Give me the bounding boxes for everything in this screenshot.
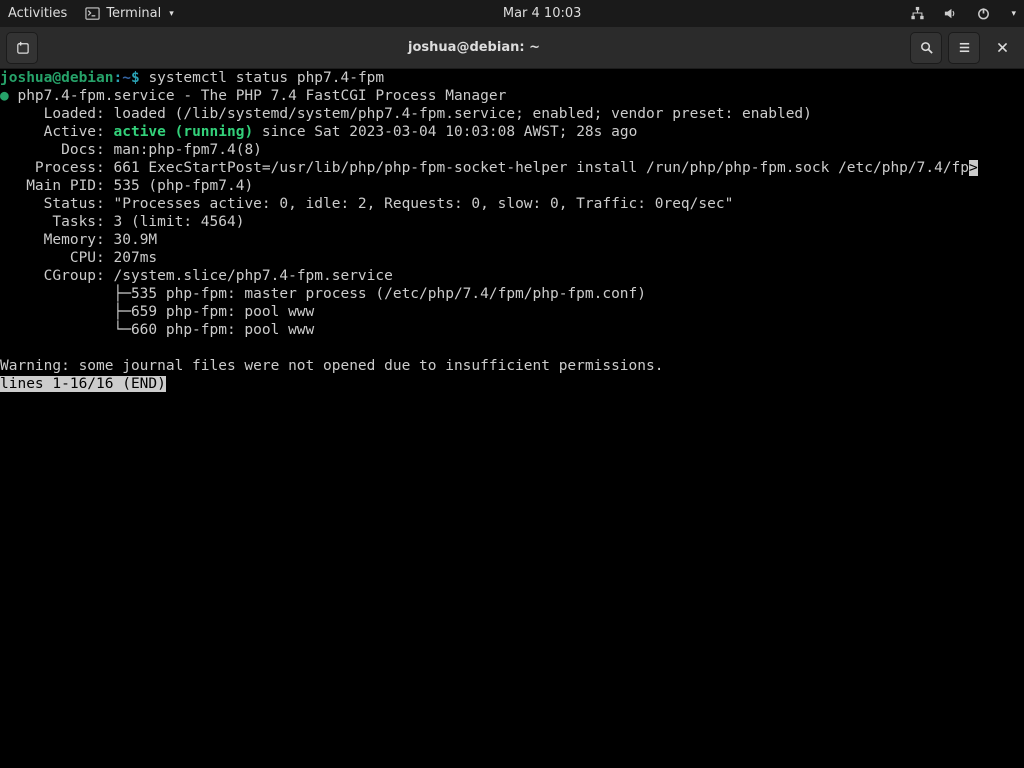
hamburger-menu-button[interactable] bbox=[948, 32, 980, 64]
loaded-label: Loaded: bbox=[0, 106, 114, 122]
cgroup-tree-2: ├─659 php-fpm: pool www bbox=[0, 304, 314, 320]
prompt-dollar: $ bbox=[131, 70, 148, 86]
status-bullet: ● bbox=[0, 88, 9, 104]
prompt-user: joshua@debian bbox=[0, 70, 114, 86]
docs-label: Docs: bbox=[0, 142, 114, 158]
app-menu[interactable]: Terminal ▾ bbox=[85, 6, 173, 21]
power-icon[interactable] bbox=[976, 6, 991, 21]
service-line: php7.4-fpm.service - The PHP 7.4 FastCGI… bbox=[9, 88, 507, 104]
tasks-label: Tasks: bbox=[0, 214, 114, 230]
terminal-icon bbox=[85, 6, 100, 21]
loaded-value: loaded (/lib/systemd/system/php7.4-fpm.s… bbox=[114, 106, 812, 122]
prompt-sep: : bbox=[114, 70, 123, 86]
cgroup-tree-3: └─660 php-fpm: pool www bbox=[0, 322, 314, 338]
typed-command: systemctl status php7.4-fpm bbox=[148, 70, 384, 86]
prompt-path: ~ bbox=[122, 70, 131, 86]
cpu-label: CPU: bbox=[0, 250, 114, 266]
process-value: 661 ExecStartPost=/usr/lib/php/php-fpm-s… bbox=[114, 160, 970, 176]
cpu-value: 207ms bbox=[114, 250, 158, 266]
activities-button[interactable]: Activities bbox=[8, 6, 67, 21]
window-title: joshua@debian: ~ bbox=[44, 40, 904, 55]
active-since: since Sat 2023-03-04 10:03:08 AWST; 28s … bbox=[253, 124, 637, 140]
search-button[interactable] bbox=[910, 32, 942, 64]
gnome-top-bar: Activities Terminal ▾ Mar 4 10:03 ▾ bbox=[0, 0, 1024, 27]
pager-status: lines 1-16/16 (END) bbox=[0, 376, 166, 392]
tasks-value: 3 (limit: 4564) bbox=[114, 214, 245, 230]
memory-value: 30.9M bbox=[114, 232, 158, 248]
window-titlebar: joshua@debian: ~ bbox=[0, 27, 1024, 69]
chevron-down-icon[interactable]: ▾ bbox=[1011, 9, 1016, 19]
active-label: Active: bbox=[0, 124, 114, 140]
chevron-down-icon: ▾ bbox=[169, 9, 174, 19]
cgroup-value: /system.slice/php7.4-fpm.service bbox=[114, 268, 393, 284]
volume-icon[interactable] bbox=[943, 6, 958, 21]
mainpid-value: 535 (php-fpm7.4) bbox=[114, 178, 254, 194]
active-value: active (running) bbox=[114, 124, 254, 140]
mainpid-label: Main PID: bbox=[0, 178, 114, 194]
terminal-output[interactable]: joshua@debian:~$ systemctl status php7.4… bbox=[0, 69, 1024, 768]
status-value: "Processes active: 0, idle: 2, Requests:… bbox=[114, 196, 734, 212]
journal-warning: Warning: some journal files were not ope… bbox=[0, 358, 663, 374]
cgroup-tree-1: ├─535 php-fpm: master process (/etc/php/… bbox=[0, 286, 646, 302]
app-menu-label: Terminal bbox=[106, 6, 161, 21]
new-tab-button[interactable] bbox=[6, 32, 38, 64]
clock[interactable]: Mar 4 10:03 bbox=[503, 6, 582, 21]
status-label: Status: bbox=[0, 196, 114, 212]
docs-value: man:php-fpm7.4(8) bbox=[114, 142, 262, 158]
close-button[interactable] bbox=[986, 32, 1018, 64]
process-label: Process: bbox=[0, 160, 114, 176]
memory-label: Memory: bbox=[0, 232, 114, 248]
network-icon[interactable] bbox=[910, 6, 925, 21]
process-trunc: > bbox=[969, 160, 978, 176]
cgroup-label: CGroup: bbox=[0, 268, 114, 284]
